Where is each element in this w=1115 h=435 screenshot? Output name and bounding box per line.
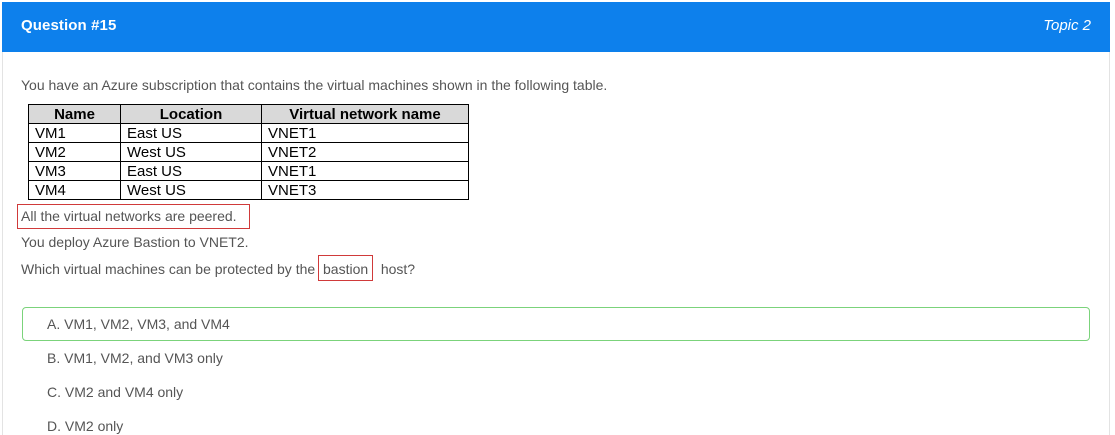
prompt-highlight: bastion: [323, 261, 369, 277]
column-header-location: Location: [120, 104, 262, 124]
question-intro: You have an Azure subscription that cont…: [21, 77, 608, 93]
topic-label: Topic 2: [1043, 17, 1091, 34]
cell-vnet: VNET3: [261, 180, 469, 200]
cell-location: East US: [120, 161, 262, 181]
column-header-vnet: Virtual network name: [261, 104, 469, 124]
prompt-after: host?: [380, 261, 416, 277]
vm-table: Name Location Virtual network name VM1 E…: [28, 104, 469, 200]
cell-vnet: VNET2: [261, 142, 469, 162]
statement-deploy: You deploy Azure Bastion to VNET2.: [21, 234, 249, 250]
table-header-row: Name Location Virtual network name: [28, 104, 469, 124]
statement-peered: All the virtual networks are peered.: [21, 208, 237, 224]
table-row: VM1 East US VNET1: [28, 123, 469, 143]
cell-vnet: VNET1: [261, 161, 469, 181]
table-row: VM4 West US VNET3: [28, 180, 469, 200]
option-d[interactable]: D. VM2 only: [47, 418, 123, 434]
question-number: Question #15: [21, 17, 117, 34]
cell-name: VM4: [28, 180, 121, 200]
table-row: VM3 East US VNET1: [28, 161, 469, 181]
cell-name: VM2: [28, 142, 121, 162]
option-a[interactable]: A. VM1, VM2, VM3, and VM4: [47, 316, 230, 332]
cell-location: East US: [120, 123, 262, 143]
option-c[interactable]: C. VM2 and VM4 only: [47, 384, 183, 400]
cell-location: West US: [120, 142, 262, 162]
cell-name: VM3: [28, 161, 121, 181]
prompt-before: Which virtual machines can be protected …: [21, 261, 316, 277]
option-b[interactable]: B. VM1, VM2, and VM3 only: [47, 350, 223, 366]
table-row: VM2 West US VNET2: [28, 142, 469, 162]
column-header-name: Name: [28, 104, 121, 124]
question-header: Question #15 Topic 2: [2, 2, 1110, 52]
cell-name: VM1: [28, 123, 121, 143]
cell-vnet: VNET1: [261, 123, 469, 143]
cell-location: West US: [120, 180, 262, 200]
